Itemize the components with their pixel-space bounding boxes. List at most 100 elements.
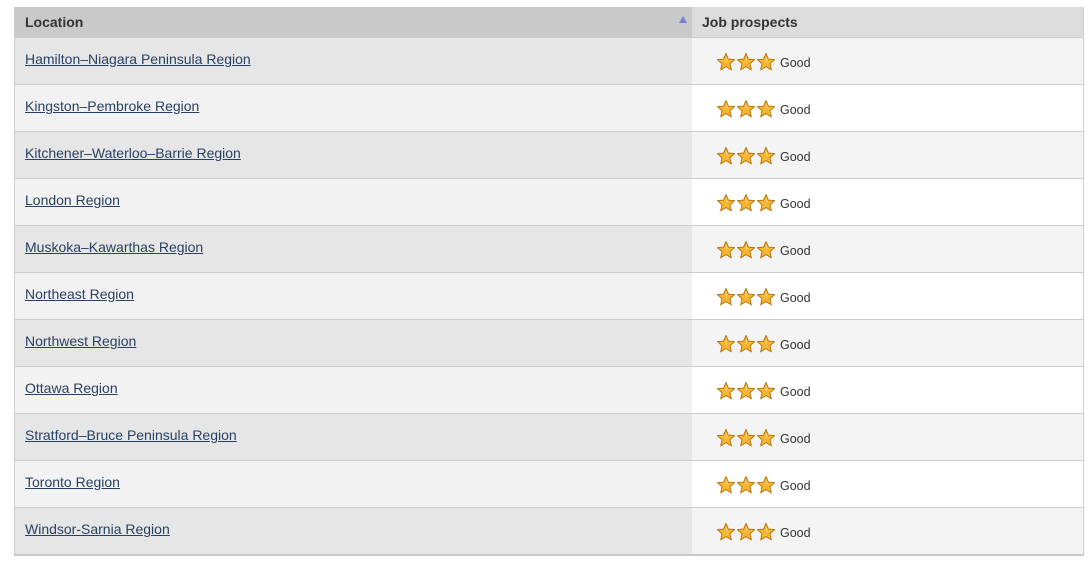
rating-label: Good: [780, 197, 811, 211]
job-prospects-cell: Good: [692, 178, 1083, 226]
location-cell: Kingston–Pembroke Region: [15, 84, 692, 132]
stars: [716, 193, 776, 216]
location-cell: Toronto Region: [15, 460, 692, 508]
location-cell: Windsor-Sarnia Region: [15, 507, 692, 554]
star-rating: Good: [716, 99, 811, 122]
job-prospects-header-label: Job prospects: [702, 14, 798, 30]
location-cell: Northeast Region: [15, 272, 692, 320]
rating-label: Good: [780, 291, 811, 305]
star-icon: [716, 99, 736, 117]
rating-label: Good: [780, 526, 811, 540]
star-icon: [736, 240, 756, 258]
table-header-row: Location Job prospects: [15, 7, 1083, 38]
rating-label: Good: [780, 432, 811, 446]
location-column-header[interactable]: Location: [15, 7, 692, 38]
star-icon: [716, 334, 736, 352]
star-icon: [716, 193, 736, 211]
star-rating: Good: [716, 146, 811, 169]
star-icon: [736, 193, 756, 211]
stars: [716, 52, 776, 75]
location-link[interactable]: Hamilton–Niagara Peninsula Region: [25, 51, 251, 67]
star-rating: Good: [716, 428, 811, 451]
star-icon: [736, 334, 756, 352]
star-icon: [716, 428, 736, 446]
job-prospects-cell: Good: [692, 507, 1083, 554]
star-icon: [736, 146, 756, 164]
star-icon: [756, 146, 776, 164]
location-cell: Muskoka–Kawarthas Region: [15, 225, 692, 273]
location-link[interactable]: Kitchener–Waterloo–Barrie Region: [25, 145, 241, 161]
star-icon: [736, 381, 756, 399]
star-icon: [716, 475, 736, 493]
job-prospects-cell: Good: [692, 225, 1083, 273]
table-row: Muskoka–Kawarthas Region Good: [15, 225, 1083, 273]
star-icon: [736, 428, 756, 446]
star-icon: [716, 522, 736, 540]
star-icon: [756, 334, 776, 352]
star-icon: [736, 99, 756, 117]
star-icon: [756, 381, 776, 399]
job-prospects-table: Location Job prospects Hamilton–Niagara …: [14, 7, 1084, 556]
stars: [716, 240, 776, 263]
location-cell: Northwest Region: [15, 319, 692, 367]
rating-label: Good: [780, 338, 811, 352]
rating-label: Good: [780, 150, 811, 164]
location-link[interactable]: London Region: [25, 192, 120, 208]
star-icon: [756, 428, 776, 446]
location-link[interactable]: Windsor-Sarnia Region: [25, 521, 170, 537]
stars: [716, 428, 776, 451]
location-cell: Kitchener–Waterloo–Barrie Region: [15, 131, 692, 179]
stars: [716, 287, 776, 310]
table-row: Kingston–Pembroke Region Good: [15, 84, 1083, 132]
stars: [716, 381, 776, 404]
stars: [716, 146, 776, 169]
location-cell: Hamilton–Niagara Peninsula Region: [15, 37, 692, 85]
star-icon: [756, 99, 776, 117]
star-icon: [716, 381, 736, 399]
job-prospects-cell: Good: [692, 272, 1083, 320]
star-icon: [736, 522, 756, 540]
stars: [716, 99, 776, 122]
rating-label: Good: [780, 103, 811, 117]
table-row: London Region Good: [15, 178, 1083, 226]
star-rating: Good: [716, 52, 811, 75]
stars: [716, 475, 776, 498]
location-header-label: Location: [25, 14, 84, 30]
job-prospects-cell: Good: [692, 319, 1083, 367]
table-row: Toronto Region Good: [15, 460, 1083, 508]
table-row: Northwest Region Good: [15, 319, 1083, 367]
rating-label: Good: [780, 56, 811, 70]
rating-label: Good: [780, 244, 811, 258]
star-rating: Good: [716, 287, 811, 310]
location-link[interactable]: Muskoka–Kawarthas Region: [25, 239, 203, 255]
star-rating: Good: [716, 475, 811, 498]
star-rating: Good: [716, 193, 811, 216]
location-link[interactable]: Kingston–Pembroke Region: [25, 98, 199, 114]
rating-label: Good: [780, 385, 811, 399]
location-link[interactable]: Ottawa Region: [25, 380, 118, 396]
job-prospects-cell: Good: [692, 460, 1083, 508]
table-body: Hamilton–Niagara Peninsula Region Good K…: [15, 37, 1083, 554]
star-icon: [756, 475, 776, 493]
star-rating: Good: [716, 240, 811, 263]
table-row: Ottawa Region Good: [15, 366, 1083, 414]
location-link[interactable]: Toronto Region: [25, 474, 120, 490]
job-prospects-cell: Good: [692, 413, 1083, 461]
location-link[interactable]: Northwest Region: [25, 333, 136, 349]
location-link[interactable]: Northeast Region: [25, 286, 134, 302]
job-prospects-column-header[interactable]: Job prospects: [692, 7, 1083, 38]
table-row: Stratford–Bruce Peninsula Region Good: [15, 413, 1083, 461]
star-icon: [736, 475, 756, 493]
star-icon: [716, 240, 736, 258]
star-rating: Good: [716, 381, 811, 404]
star-icon: [756, 240, 776, 258]
location-link[interactable]: Stratford–Bruce Peninsula Region: [25, 427, 237, 443]
star-icon: [716, 287, 736, 305]
star-icon: [716, 52, 736, 70]
job-prospects-cell: Good: [692, 131, 1083, 179]
location-cell: Ottawa Region: [15, 366, 692, 414]
star-icon: [716, 146, 736, 164]
star-icon: [756, 522, 776, 540]
star-rating: Good: [716, 522, 811, 545]
sort-ascending-icon[interactable]: [679, 16, 687, 23]
